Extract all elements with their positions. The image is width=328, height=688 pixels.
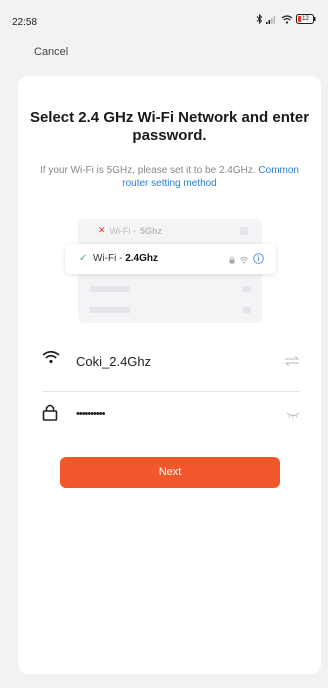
status-icons: 12	[256, 14, 316, 24]
check-icon: ✓	[79, 253, 88, 264]
illustration-bar-square	[243, 307, 251, 313]
wifi-password-field[interactable]: ••••••••••	[42, 394, 300, 434]
illustration-placeholder	[240, 227, 248, 235]
wifi-status-icon	[281, 14, 293, 24]
wifi-icon	[42, 350, 60, 369]
illustration-24g-band: 2.4Ghz	[125, 253, 159, 264]
cancel-button[interactable]: Cancel	[34, 46, 68, 58]
illustration-24g-prefix: Wi-Fi -	[93, 253, 126, 264]
next-button[interactable]: Next	[60, 457, 280, 488]
signal-icon	[266, 15, 278, 24]
page-title: Select 2.4 GHz Wi-Fi Network and enter p…	[29, 109, 310, 144]
illustration-row-24ghz: ✓ Wi-Fi - 2.4Ghz	[65, 244, 276, 274]
wifi-password-value: ••••••••••	[76, 408, 105, 420]
illustration-24g-label: Wi-Fi - 2.4Ghz	[93, 253, 158, 264]
cross-icon: ✕	[98, 225, 106, 235]
status-bar: 22:58 12	[0, 0, 328, 40]
illustration-row-5ghz: ✕ Wi-Fi - 5Ghz	[98, 225, 162, 236]
battery-icon: 12	[296, 14, 316, 24]
subtitle-text: If your Wi-Fi is 5GHz, please set it to …	[40, 165, 256, 176]
illustration-bar	[90, 307, 130, 313]
lock-icon	[42, 403, 58, 426]
field-divider	[42, 391, 300, 392]
battery-level: 12	[302, 16, 309, 22]
wifi-ssid-value: Coki_2.4Ghz	[76, 354, 152, 369]
wifi-small-icon	[239, 251, 249, 269]
bluetooth-icon	[256, 14, 263, 24]
illustration-icons	[229, 251, 264, 269]
info-icon	[253, 251, 264, 269]
illustration-5g-prefix: Wi-Fi -	[109, 225, 137, 236]
status-time: 22:58	[12, 17, 38, 28]
wifi-ssid-field[interactable]: Coki_2.4Ghz	[42, 341, 300, 381]
illustration-5g-band: 5Ghz	[140, 225, 163, 236]
wifi-setup-card: Select 2.4 GHz Wi-Fi Network and enter p…	[18, 76, 321, 674]
switch-network-icon[interactable]	[284, 353, 300, 371]
show-password-icon[interactable]	[286, 406, 300, 424]
illustration-bar	[90, 286, 130, 292]
page-subtitle: If your Wi-Fi is 5GHz, please set it to …	[38, 164, 301, 190]
lock-small-icon	[229, 251, 235, 269]
illustration-bar-square	[243, 286, 251, 292]
